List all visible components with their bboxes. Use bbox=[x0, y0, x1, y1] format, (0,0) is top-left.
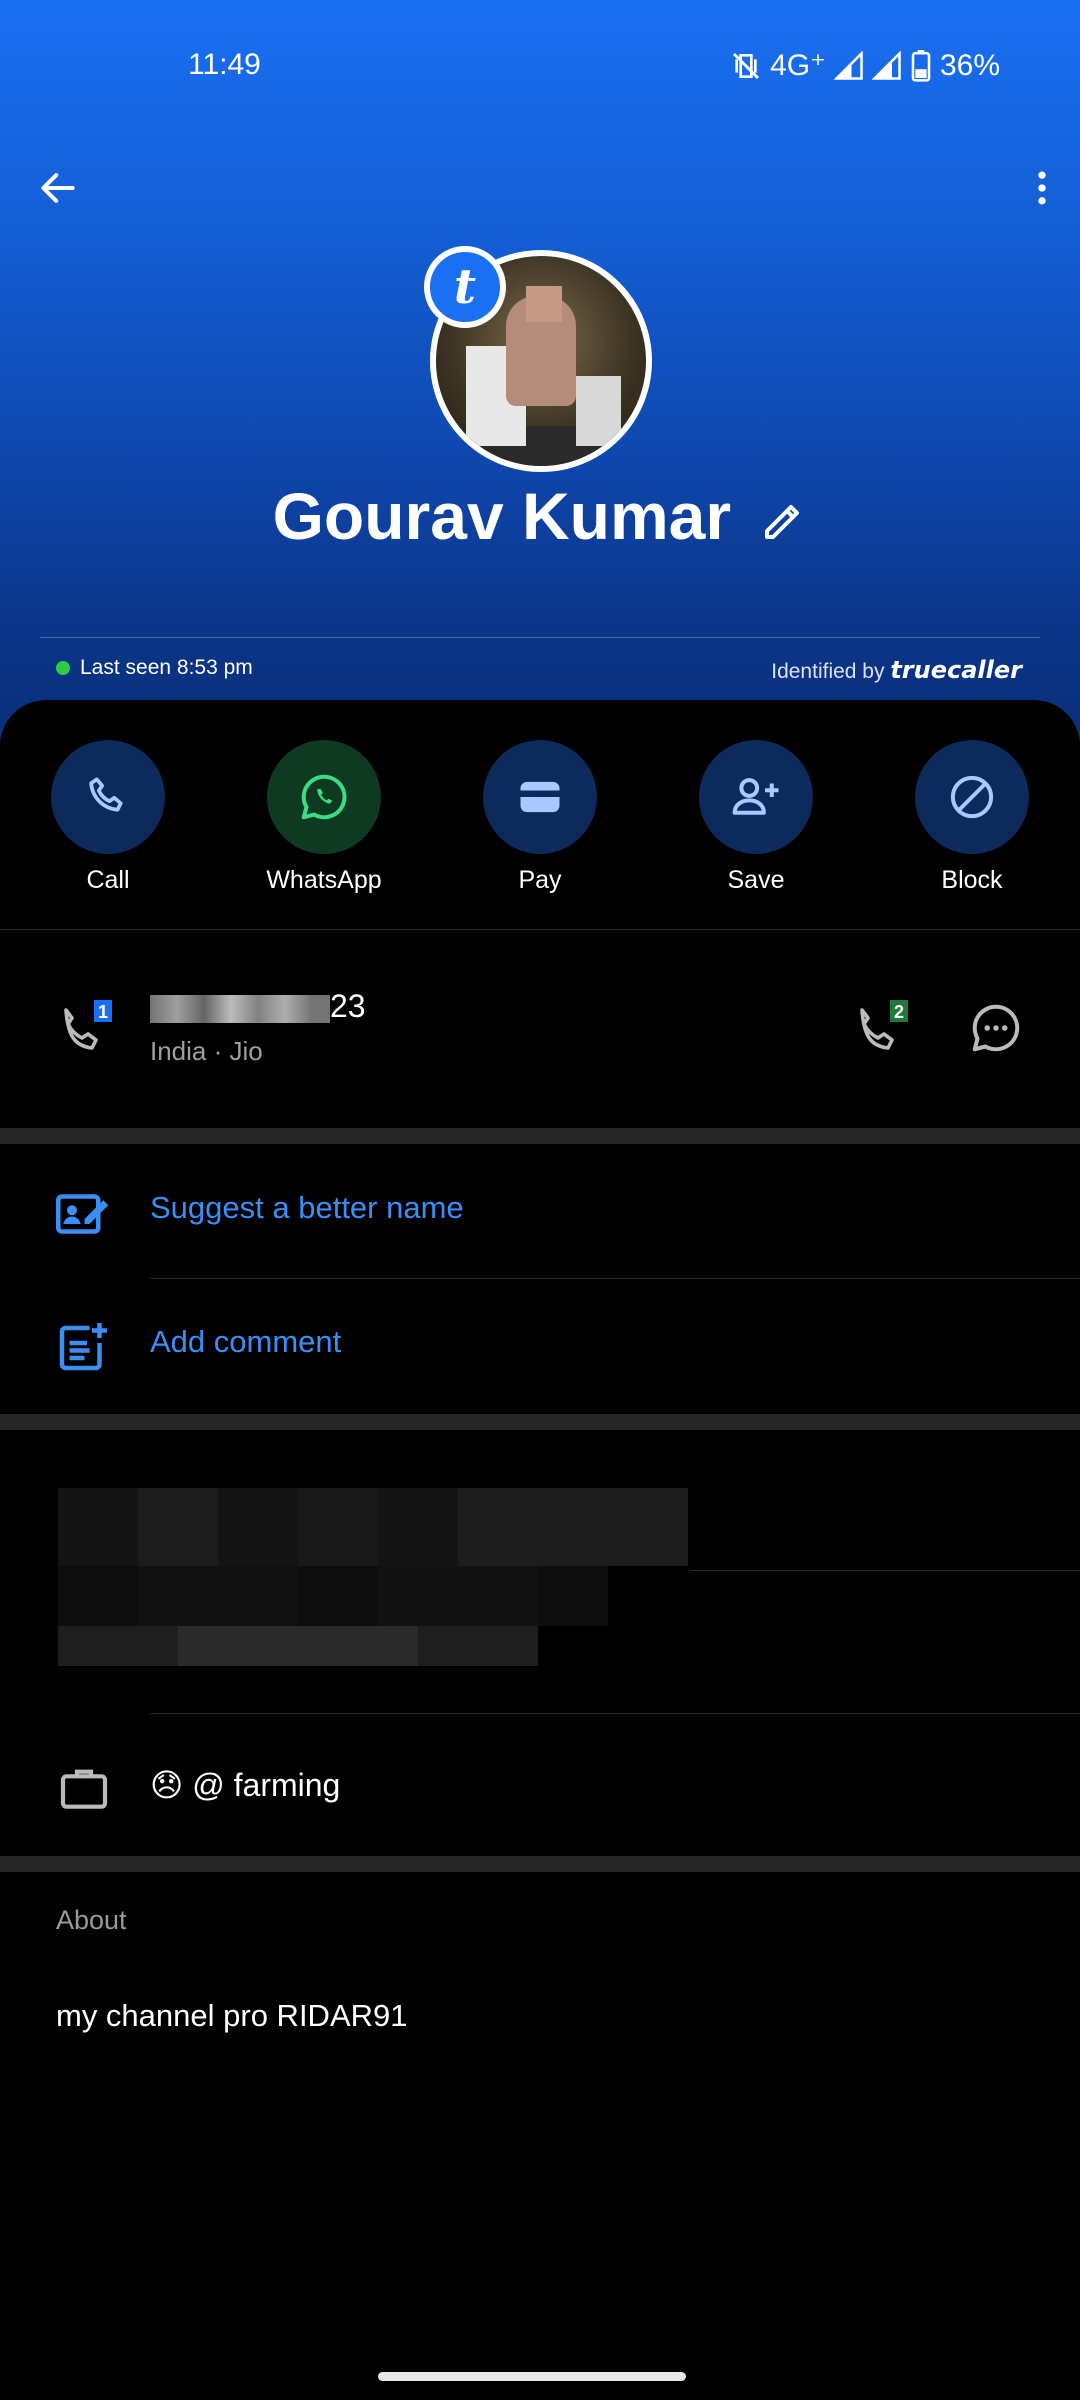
whatsapp-circle bbox=[267, 740, 381, 854]
truecaller-badge-icon: t bbox=[424, 246, 506, 328]
status-time: 11:49 bbox=[188, 48, 261, 81]
suggest-name-icon bbox=[52, 1184, 112, 1249]
briefcase-icon bbox=[56, 1760, 112, 1821]
sim2-call-button[interactable]: 2 bbox=[850, 998, 914, 1067]
phone-number-row[interactable]: 1 23 India · Jio 2 bbox=[0, 930, 1080, 1130]
phone-icon bbox=[89, 777, 123, 812]
action-bar: Call WhatsApp Pay Save Block bbox=[0, 740, 1080, 900]
last-seen-status: Last seen 8:53 pm bbox=[56, 656, 253, 680]
profile-header: 11:49 4G⁺ 36% t Gourav Kumar Last seen 8… bbox=[0, 0, 1080, 740]
status-bar: 11:49 4G⁺ 36% bbox=[0, 0, 1080, 140]
add-comment-link: Add comment bbox=[150, 1324, 342, 1359]
badge-letter: t bbox=[453, 259, 477, 315]
whatsapp-label: WhatsApp bbox=[266, 866, 382, 894]
block-label: Block bbox=[941, 866, 1003, 894]
pay-button[interactable]: Pay bbox=[460, 740, 620, 895]
more-options-button[interactable] bbox=[1014, 160, 1070, 216]
add-comment-icon bbox=[52, 1318, 112, 1383]
phone-carrier: India · Jio bbox=[150, 1036, 263, 1066]
phone-number: 23 bbox=[150, 988, 366, 1025]
suggest-name-row[interactable]: Suggest a better name bbox=[0, 1144, 1080, 1278]
more-vertical-icon bbox=[1038, 171, 1046, 205]
sim1-badge: 1 bbox=[98, 1002, 108, 1022]
back-button[interactable] bbox=[30, 160, 86, 216]
redacted-number bbox=[150, 994, 330, 1023]
section-separator-2 bbox=[0, 1414, 1080, 1430]
status-icons: 4G⁺ 36% bbox=[730, 48, 1000, 83]
sim1-call-button[interactable]: 1 bbox=[54, 998, 118, 1067]
save-button[interactable]: Save bbox=[676, 740, 836, 895]
pencil-icon bbox=[765, 504, 800, 539]
edit-name-button[interactable] bbox=[759, 484, 807, 560]
battery-icon bbox=[911, 49, 931, 82]
call-button[interactable]: Call bbox=[28, 740, 188, 895]
about-text: my channel pro RIDAR91 bbox=[56, 1998, 408, 2033]
phone-sim1-icon: 1 bbox=[64, 1000, 112, 1050]
contact-name-row: Gourav Kumar bbox=[0, 478, 1080, 560]
identified-by: Identified by truecaller bbox=[771, 656, 1022, 684]
contact-name: Gourav Kumar bbox=[272, 479, 732, 553]
whatsapp-button[interactable]: WhatsApp bbox=[244, 740, 404, 895]
block-icon bbox=[950, 775, 994, 819]
sim2-badge: 2 bbox=[894, 1002, 904, 1022]
add-person-icon bbox=[732, 778, 779, 815]
block-button[interactable]: Block bbox=[892, 740, 1052, 895]
phone-number-suffix: 23 bbox=[330, 988, 366, 1024]
arrow-left-icon bbox=[41, 173, 75, 203]
wallet-icon bbox=[520, 781, 560, 813]
save-circle bbox=[699, 740, 813, 854]
about-label: About bbox=[56, 1905, 127, 1935]
suggest-name-link: Suggest a better name bbox=[150, 1190, 464, 1225]
pay-label: Pay bbox=[518, 866, 562, 894]
info-divider-2 bbox=[150, 1713, 1080, 1714]
info-divider-1 bbox=[690, 1570, 1080, 1571]
add-comment-row[interactable]: Add comment bbox=[0, 1278, 1080, 1412]
identified-prefix: Identified by bbox=[771, 660, 885, 683]
vibrate-off-icon bbox=[733, 52, 760, 79]
header-divider bbox=[40, 637, 1040, 638]
home-indicator[interactable] bbox=[378, 2372, 686, 2381]
message-button[interactable] bbox=[966, 998, 1026, 1063]
online-dot-icon bbox=[56, 661, 70, 675]
truecaller-logo: truecaller bbox=[890, 656, 1022, 684]
save-label: Save bbox=[727, 866, 785, 894]
signal-icon-1 bbox=[833, 50, 863, 80]
block-circle bbox=[915, 740, 1029, 854]
pay-circle bbox=[483, 740, 597, 854]
phone-sim2-icon: 2 bbox=[860, 1000, 908, 1050]
chat-bubble-icon bbox=[972, 1004, 1020, 1052]
redacted-info bbox=[58, 1488, 688, 1666]
last-seen-text: Last seen 8:53 pm bbox=[80, 656, 253, 679]
battery-level: 36% bbox=[939, 48, 1000, 82]
call-label: Call bbox=[86, 866, 130, 894]
whatsapp-icon bbox=[301, 774, 347, 820]
section-separator-3 bbox=[0, 1856, 1080, 1872]
work-text: 😞 @ farming bbox=[150, 1767, 341, 1803]
network-type: 4G⁺ bbox=[770, 49, 826, 82]
work-row: 😞 @ farming bbox=[0, 1720, 1080, 1850]
signal-icon-2 bbox=[871, 50, 901, 80]
section-separator bbox=[0, 1128, 1080, 1144]
call-circle bbox=[51, 740, 165, 854]
